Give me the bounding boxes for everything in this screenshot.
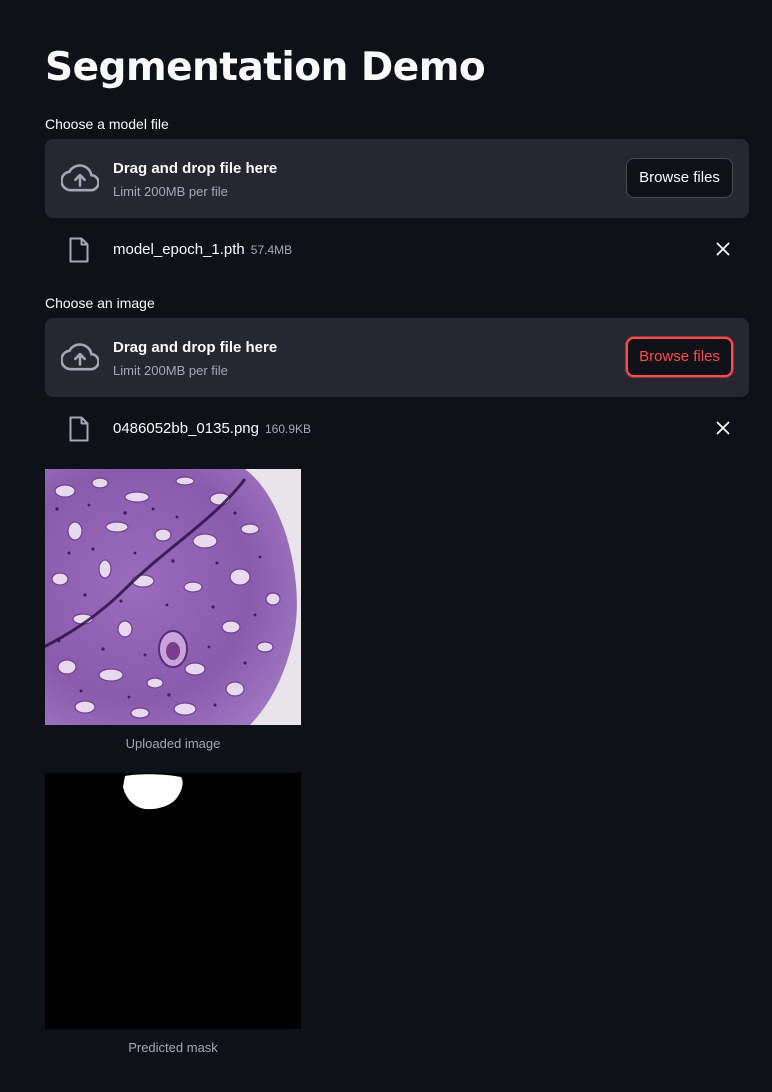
cloud-upload-icon — [61, 343, 99, 371]
close-icon[interactable] — [713, 239, 733, 259]
model-browse-button[interactable]: Browse files — [626, 158, 733, 198]
dropzone-limit: Limit 200MB per file — [113, 184, 228, 199]
model-file-label: Choose a model file — [45, 116, 169, 132]
dropzone-title: Drag and drop file here — [113, 339, 278, 356]
cloud-upload-icon — [61, 164, 99, 192]
app-page: Segmentation Demo Choose a model file Dr… — [0, 0, 772, 1092]
image-browse-button[interactable]: Browse files — [626, 337, 733, 377]
image-file-row: 0486052bb_0135.png 160.9KB — [45, 408, 749, 448]
file-size: 57.4MB — [250, 243, 293, 257]
model-dropzone[interactable]: Drag and drop file here Limit 200MB per … — [45, 139, 749, 218]
file-icon — [69, 237, 89, 263]
file-name-text: model_epoch_1.pth — [113, 241, 245, 258]
image-file-label: Choose an image — [45, 295, 155, 311]
uploaded-image — [45, 469, 301, 725]
file-size: 160.9KB — [265, 422, 312, 436]
file-icon — [69, 416, 89, 442]
predicted-mask-caption: Predicted mask — [128, 1040, 218, 1055]
close-icon[interactable] — [713, 418, 733, 438]
mask-image — [45, 773, 301, 1029]
predicted-mask — [45, 773, 301, 1029]
histology-image — [45, 469, 301, 725]
uploaded-image-caption: Uploaded image — [125, 736, 221, 751]
file-name-text: 0486052bb_0135.png — [113, 420, 259, 437]
image-dropzone[interactable]: Drag and drop file here Limit 200MB per … — [45, 318, 749, 397]
dropzone-title: Drag and drop file here — [113, 160, 278, 177]
image-file-name: 0486052bb_0135.png 160.9KB — [113, 419, 311, 439]
model-file-row: model_epoch_1.pth 57.4MB — [45, 229, 749, 269]
model-file-name: model_epoch_1.pth 57.4MB — [113, 240, 292, 260]
dropzone-limit: Limit 200MB per file — [113, 363, 228, 378]
page-title: Segmentation Demo — [45, 45, 486, 90]
